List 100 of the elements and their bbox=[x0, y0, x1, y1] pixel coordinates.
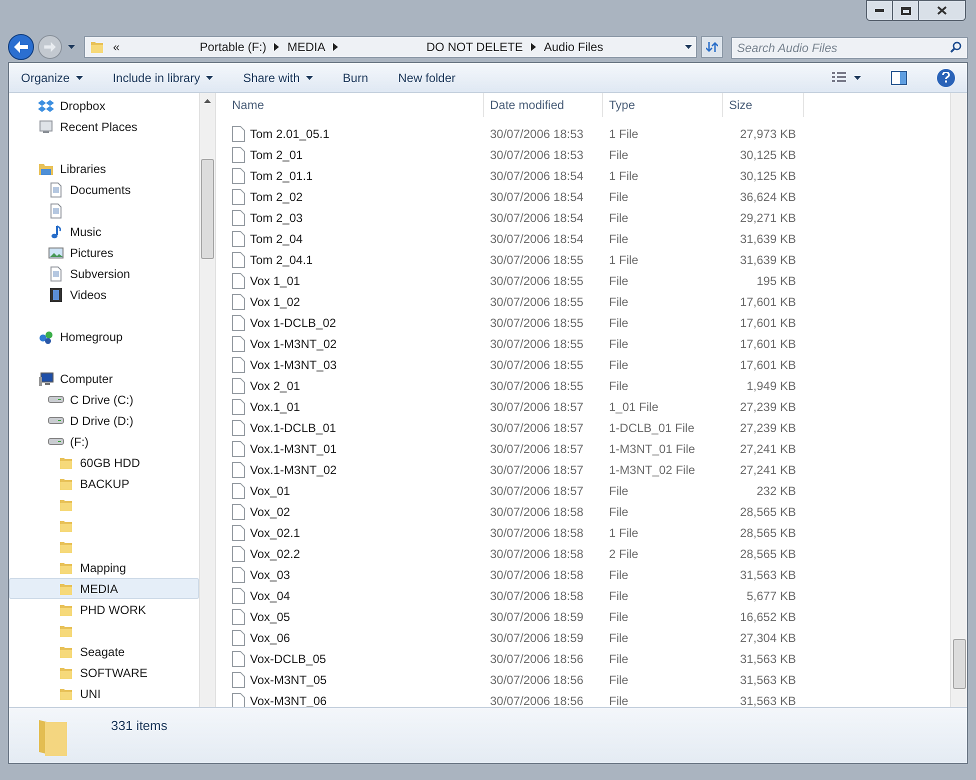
table-cell-text: 30/07/2006 18:57 bbox=[489, 482, 584, 500]
refresh-button[interactable] bbox=[701, 36, 723, 58]
column-header[interactable]: Type bbox=[603, 93, 723, 117]
file-name[interactable]: Tom 2_01.1 bbox=[250, 166, 313, 184]
file-icon bbox=[232, 356, 245, 372]
table-cell-text: 30/07/2006 18:58 bbox=[489, 524, 584, 542]
toolbar-button[interactable]: New folder bbox=[398, 68, 456, 86]
file-icon bbox=[232, 272, 245, 288]
table-cell-text: File bbox=[608, 692, 630, 710]
help-button[interactable] bbox=[937, 68, 955, 86]
nav-item[interactable]: Libraries bbox=[9, 158, 199, 179]
maximize-icon bbox=[900, 6, 910, 14]
preview-pane-button[interactable] bbox=[891, 70, 907, 84]
file-name[interactable]: Vox 2_01 bbox=[250, 376, 300, 394]
breadcrumb-item[interactable]: MEDIA bbox=[287, 38, 326, 56]
file-name[interactable]: Vox.1-M3NT_02 bbox=[250, 460, 337, 478]
picture-icon bbox=[48, 244, 64, 260]
breadcrumb-item[interactable]: Portable (F:) bbox=[200, 38, 266, 56]
toolbar-button[interactable]: Burn bbox=[342, 68, 368, 86]
column-header[interactable]: Date modified bbox=[484, 93, 603, 117]
table-cell-text: 30/07/2006 18:56 bbox=[489, 650, 584, 668]
toolbar-button[interactable]: Include in library bbox=[112, 68, 214, 86]
file-name[interactable]: Tom 2_04.1 bbox=[250, 250, 313, 268]
nav-item[interactable]: 60GB HDD bbox=[9, 452, 199, 473]
folder-icon bbox=[89, 39, 105, 55]
file-icon bbox=[232, 188, 245, 204]
nav-item[interactable]: Videos bbox=[9, 284, 199, 305]
file-name[interactable]: Vox-M3NT_05 bbox=[250, 670, 327, 688]
nav-item[interactable]: Dropbox bbox=[9, 95, 199, 116]
nav-item[interactable]: BACKUP bbox=[9, 473, 199, 494]
table-cell-text: 30/07/2006 18:53 bbox=[489, 146, 584, 164]
file-name[interactable]: Vox 1-DCLB_02 bbox=[250, 314, 336, 332]
file-name[interactable]: Vox 1_02 bbox=[250, 292, 300, 310]
toolbar-button[interactable]: Share with bbox=[243, 68, 313, 86]
table-cell-text: 36,624 KB bbox=[738, 188, 797, 206]
search-field[interactable]: Search Audio Files bbox=[731, 37, 968, 59]
file-name[interactable]: Tom 2.01_05.1 bbox=[250, 124, 330, 142]
column-header[interactable]: Size bbox=[723, 93, 804, 117]
file-name[interactable]: Vox 1-M3NT_03 bbox=[250, 356, 337, 374]
homegroup-icon bbox=[38, 328, 54, 344]
nav-item[interactable]: D Drive (D:) bbox=[9, 410, 199, 431]
file-icon bbox=[232, 398, 245, 414]
close-button[interactable] bbox=[919, 1, 965, 20]
file-name[interactable]: Vox_02.2 bbox=[250, 544, 300, 562]
nav-item[interactable]: Pictures bbox=[9, 242, 199, 263]
file-name[interactable]: Vox_03 bbox=[250, 566, 290, 584]
file-name[interactable]: Vox_04 bbox=[250, 586, 290, 604]
nav-item[interactable]: Music bbox=[9, 221, 199, 242]
file-name[interactable]: Tom 2_01 bbox=[250, 146, 303, 164]
maximize-button[interactable] bbox=[893, 1, 919, 20]
back-button[interactable] bbox=[8, 34, 34, 60]
nav-item[interactable]: MEDIA bbox=[9, 578, 199, 599]
address-bar[interactable]: « Portable (F:) MEDIA DO NOT DELETE Audio Files bbox=[84, 36, 697, 58]
file-name[interactable]: Vox-M3NT_06 bbox=[250, 692, 327, 710]
file-name[interactable]: Vox_02.1 bbox=[250, 524, 300, 542]
file-name[interactable]: Vox-DCLB_05 bbox=[250, 650, 326, 668]
table-cell-text: 30/07/2006 18:57 bbox=[489, 440, 584, 458]
column-header[interactable]: Name bbox=[226, 93, 484, 117]
nav-item[interactable]: Mapping bbox=[9, 557, 199, 578]
drive-icon bbox=[48, 396, 64, 403]
nav-item[interactable]: Documents bbox=[9, 179, 199, 200]
breadcrumb-item[interactable]: DO NOT DELETE bbox=[426, 38, 523, 56]
file-name[interactable]: Vox.1-DCLB_01 bbox=[250, 418, 336, 436]
nav-item[interactable]: PHD WORK bbox=[9, 599, 199, 620]
breadcrumb-overflow[interactable]: « bbox=[113, 38, 120, 56]
breadcrumb-item[interactable]: Audio Files bbox=[544, 38, 604, 56]
nav-item[interactable]: Computer bbox=[9, 368, 199, 389]
file-icon bbox=[232, 336, 245, 352]
file-name[interactable]: Vox_01 bbox=[250, 482, 290, 500]
file-icon bbox=[232, 588, 245, 604]
nav-item[interactable]: Homegroup bbox=[9, 326, 199, 347]
file-icon bbox=[232, 630, 245, 646]
file-icon bbox=[232, 294, 245, 310]
file-name[interactable]: Tom 2_03 bbox=[250, 208, 303, 226]
toolbar-button[interactable]: Organize bbox=[21, 68, 83, 86]
nav-item[interactable]: (F:) bbox=[9, 431, 199, 452]
nav-item[interactable]: UNI bbox=[9, 683, 199, 704]
file-name[interactable]: Vox.1-M3NT_01 bbox=[250, 440, 337, 458]
table-cell-text: 30,125 KB bbox=[738, 168, 797, 184]
file-name[interactable]: Tom 2_04 bbox=[250, 230, 303, 248]
view-button[interactable] bbox=[832, 72, 861, 84]
table-cell-text: 5,677 KB bbox=[746, 588, 797, 604]
nav-item[interactable]: Subversion bbox=[9, 263, 199, 284]
table-cell-text: File bbox=[608, 566, 630, 584]
file-name[interactable]: Vox 1-M3NT_02 bbox=[250, 334, 337, 352]
file-name[interactable]: Vox 1_01 bbox=[250, 272, 300, 290]
file-name[interactable]: Vox_05 bbox=[250, 608, 290, 626]
nav-item[interactable]: C Drive (C:) bbox=[9, 389, 199, 410]
file-name[interactable]: Vox_02 bbox=[250, 502, 290, 520]
nav-item[interactable]: SOFTWARE bbox=[9, 662, 199, 683]
nav-item[interactable]: Seagate bbox=[9, 641, 199, 662]
file-name[interactable]: Tom 2_02 bbox=[250, 188, 303, 206]
file-name[interactable]: Vox_06 bbox=[250, 628, 290, 646]
table-cell-text: 1 File bbox=[608, 252, 640, 268]
minimize-button[interactable] bbox=[867, 1, 893, 20]
scroll-up-arrow-icon[interactable] bbox=[204, 99, 211, 103]
file-name[interactable]: Vox.1_01 bbox=[250, 398, 300, 416]
table-cell-text: 31,563 KB bbox=[738, 650, 797, 668]
file-icon bbox=[232, 482, 245, 498]
nav-item[interactable]: Recent Places bbox=[9, 116, 199, 137]
